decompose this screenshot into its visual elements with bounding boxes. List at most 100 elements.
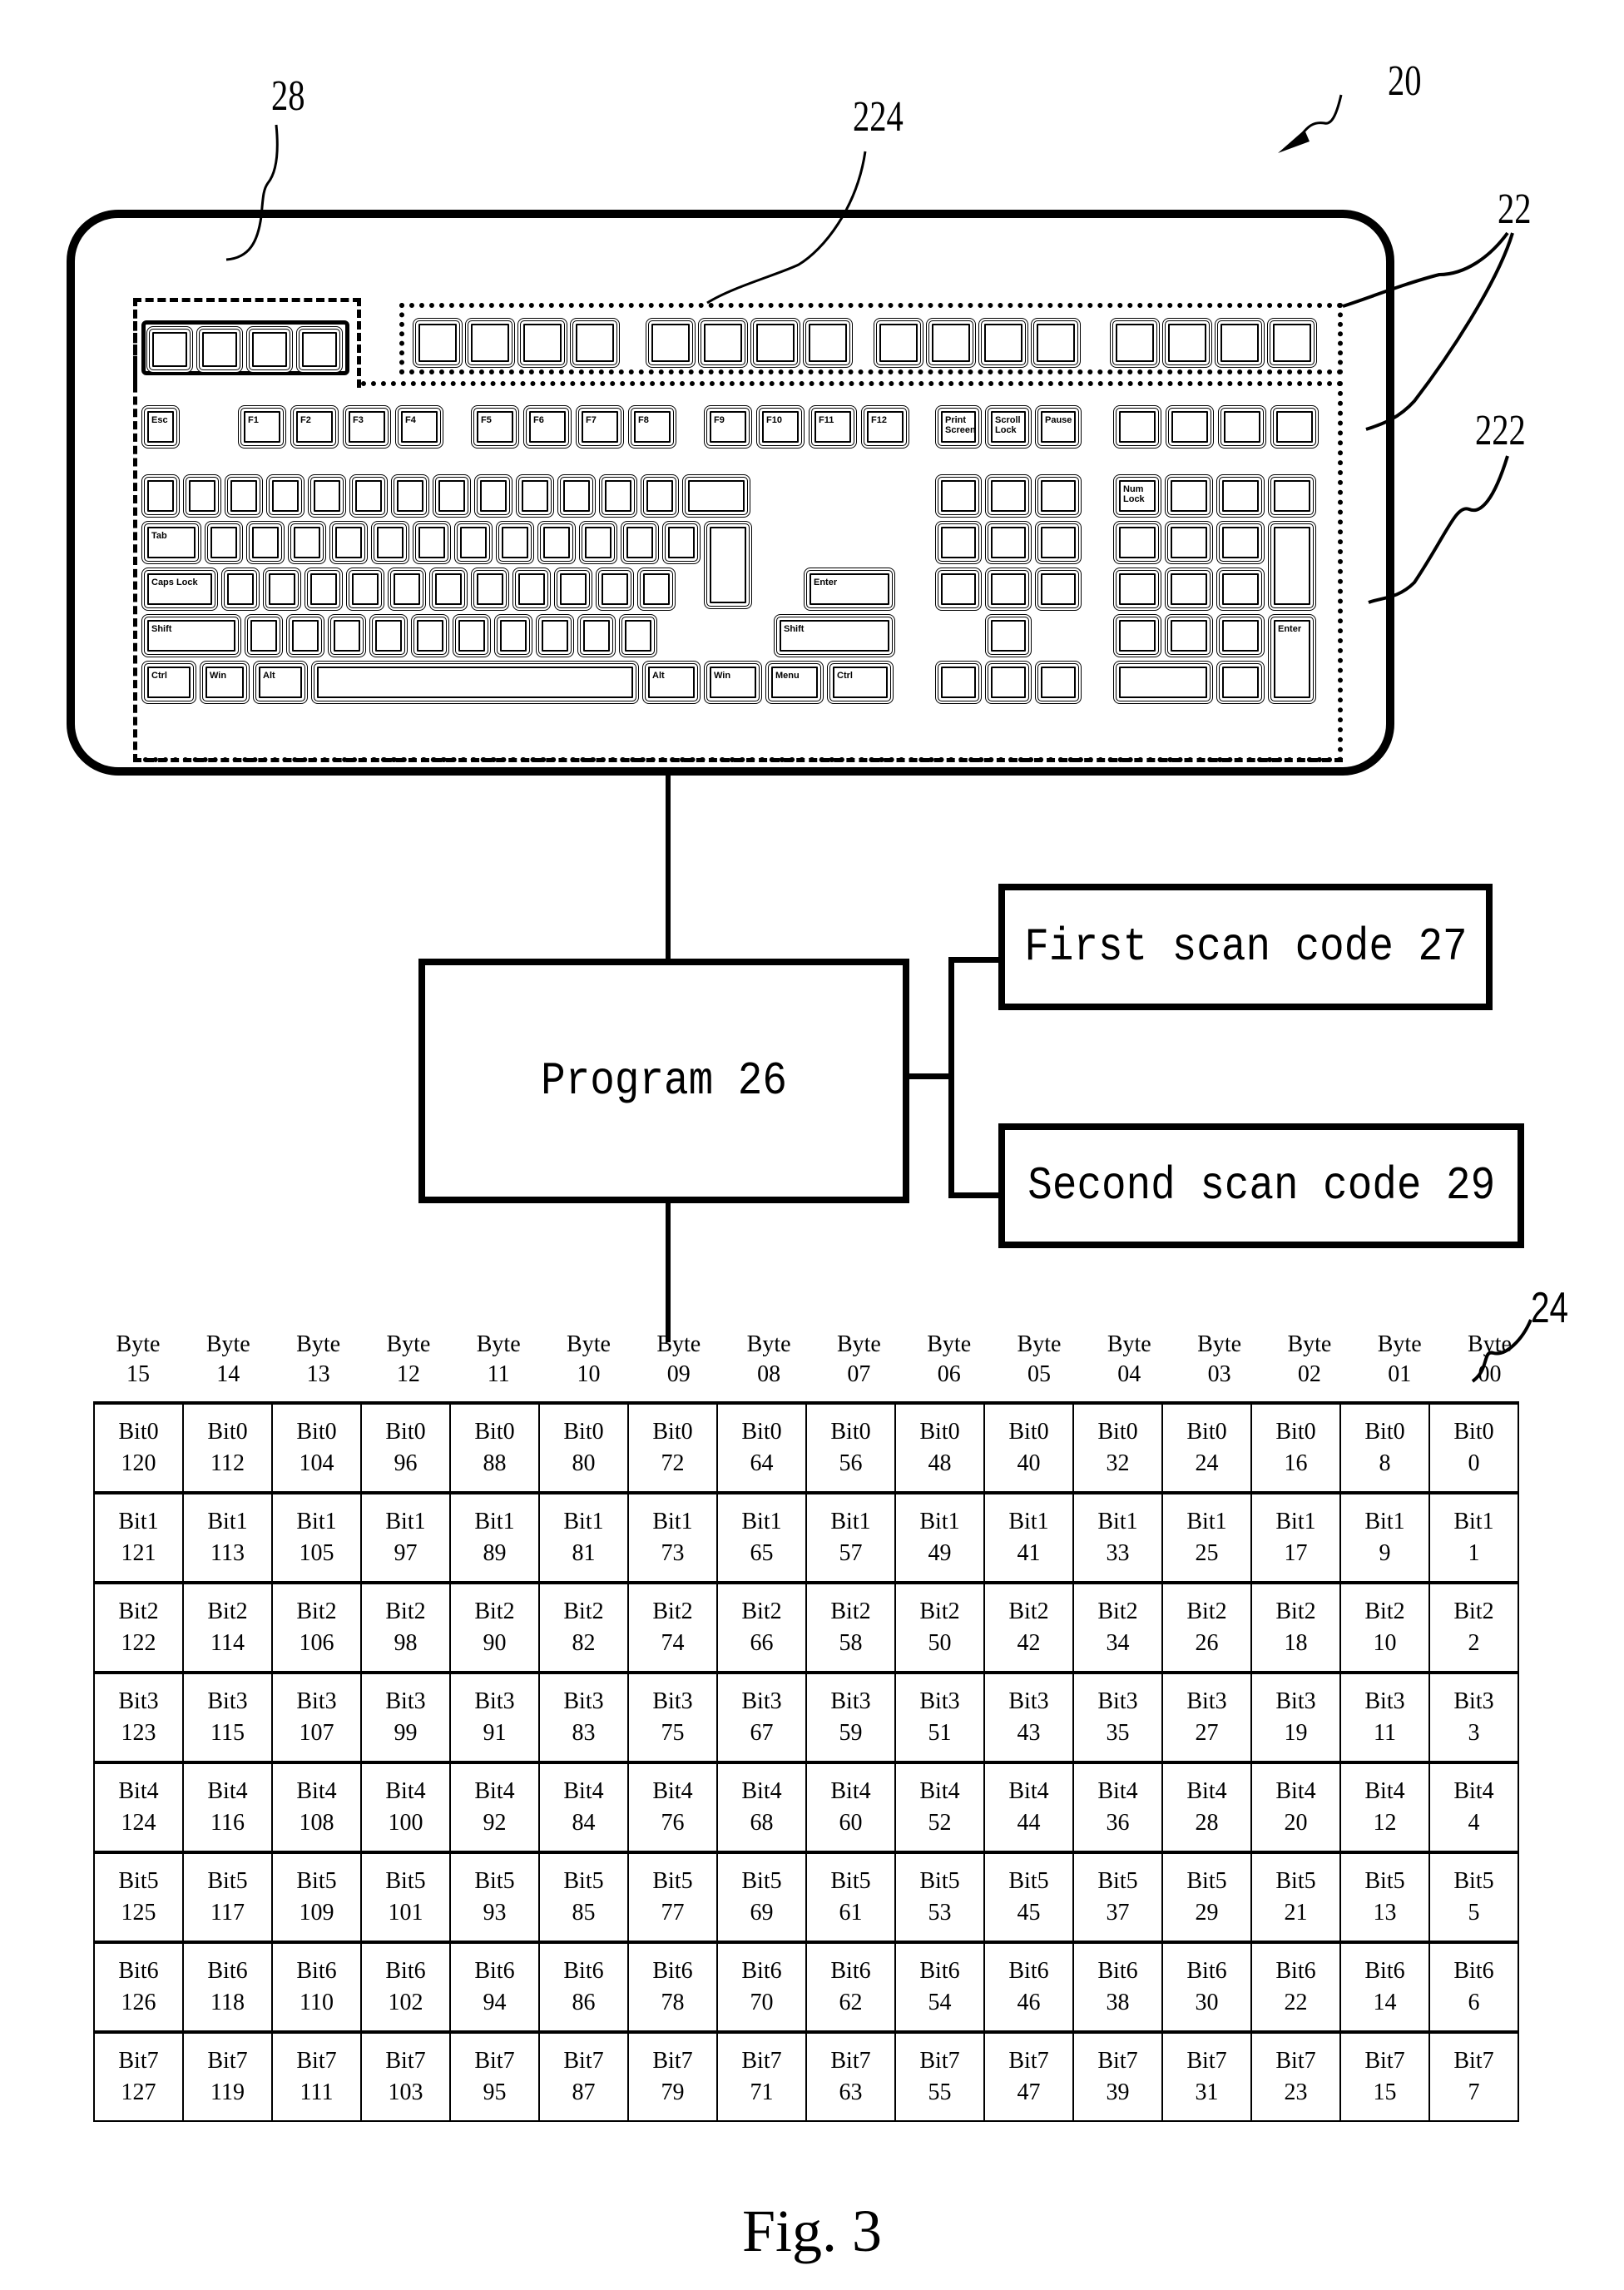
key-label: F5 <box>481 415 492 425</box>
byte-header-word: Byte <box>836 1331 881 1357</box>
bit-cell: Bit6 62 <box>805 1941 896 2033</box>
bit-cell-label: Bit4 <box>1097 1778 1138 1805</box>
key-alpha <box>516 474 554 518</box>
key-alpha <box>263 568 301 611</box>
bit-cell-label: Bit6 <box>652 1958 693 1985</box>
bit-cell-label: Bit3 <box>1275 1688 1316 1715</box>
key-function: F11 <box>809 405 857 449</box>
bit-cell-label: Bit4 <box>1275 1778 1316 1805</box>
bit-cell: Bit1 49 <box>894 1492 985 1584</box>
bit-cell-label: Bit6 <box>296 1958 337 1985</box>
key-win-right: Win <box>704 661 762 704</box>
key-alpha <box>205 521 243 564</box>
bit-cell: Bit1 25 <box>1161 1492 1252 1584</box>
bit-cell: Bit5 125 <box>93 1851 184 1943</box>
bit-cell-label: Bit2 <box>1186 1599 1227 1625</box>
bit-cell: Bit6 78 <box>627 1941 718 2033</box>
bit-cell-index: 40 <box>1017 1450 1041 1476</box>
key-label: F4 <box>405 415 416 425</box>
bit-cell-index: 79 <box>661 2079 685 2105</box>
bit-cell-label: Bit1 <box>1008 1509 1049 1535</box>
bit-cell-label: Bit0 <box>1186 1419 1227 1445</box>
bit-cell-index: 103 <box>388 2079 423 2105</box>
key-numpad <box>1113 568 1161 611</box>
byte-header-number: 15 <box>126 1361 150 1388</box>
key-alpha <box>371 521 409 564</box>
bit-cell-label: Bit1 <box>385 1509 426 1535</box>
byte-header-word: Byte <box>1468 1331 1512 1357</box>
byte-header: Byte 03 <box>1175 1330 1265 1390</box>
bit-cell-label: Bit2 <box>1097 1599 1138 1625</box>
bit-cell-index: 19 <box>1284 1720 1308 1746</box>
bit-cell-label: Bit1 <box>1275 1509 1316 1535</box>
bit-cell-index: 98 <box>394 1630 418 1656</box>
bit-cell-label: Bit2 <box>741 1599 782 1625</box>
bit-cell-label: Bit4 <box>296 1778 337 1805</box>
key-label: Shift <box>151 624 172 634</box>
bit-cell: Bit7 79 <box>627 2031 718 2122</box>
bit-cell: Bit5 77 <box>627 1851 718 1943</box>
bit-cell-index: 38 <box>1106 1990 1130 2015</box>
key-label: Shift <box>784 624 805 634</box>
bit-cell-index: 83 <box>572 1720 596 1746</box>
key-alpha <box>496 521 534 564</box>
bit-cell-label: Bit6 <box>1186 1958 1227 1985</box>
key-esc: Esc <box>141 405 180 449</box>
bit-cell-index: 37 <box>1106 1900 1130 1926</box>
bit-cell: Bit0 80 <box>538 1402 629 1494</box>
key-system: Scroll Lock <box>985 405 1032 449</box>
bit-cell-label: Bit2 <box>385 1599 426 1625</box>
bit-cell: Bit5 13 <box>1339 1851 1430 1943</box>
bit-cell-label: Bit1 <box>118 1509 159 1535</box>
bit-cell: Bit1 81 <box>538 1492 629 1584</box>
bit-cell: Bit6 14 <box>1339 1941 1430 2033</box>
connector-program-branch <box>905 1073 952 1079</box>
key-label: Alt <box>263 671 275 681</box>
bit-cell-index: 75 <box>661 1720 685 1746</box>
key-alpha <box>245 614 283 657</box>
key-navigation <box>985 568 1032 611</box>
key-label: Enter <box>1278 624 1302 634</box>
bit-cell-label: Bit4 <box>563 1778 604 1805</box>
bit-cell: Bit5 5 <box>1428 1851 1519 1943</box>
bit-cell: Bit0 0 <box>1428 1402 1519 1494</box>
connector-branch-second <box>948 1192 1002 1198</box>
bit-cell-index: 65 <box>750 1540 774 1566</box>
bit-cell-index: 120 <box>121 1450 156 1476</box>
key-alpha <box>391 474 429 518</box>
bit-cell-label: Bit0 <box>385 1419 426 1445</box>
bit-cell-label: Bit4 <box>207 1778 248 1805</box>
bit-cell-label: Bit0 <box>207 1419 248 1445</box>
extra-key <box>646 318 696 368</box>
bit-cell-index: 116 <box>210 1810 245 1836</box>
key-numpad <box>1216 614 1265 657</box>
bit-cell-index: 64 <box>750 1450 774 1476</box>
byte-header-number: 10 <box>577 1361 601 1388</box>
bit-cell-label: Bit7 <box>1275 2048 1316 2074</box>
byte-header-number: 05 <box>1027 1361 1051 1388</box>
bit-cell-label: Bit5 <box>118 1868 159 1895</box>
bit-cell-index: 110 <box>300 1990 334 2015</box>
key-arrow <box>1035 661 1082 704</box>
key-alpha <box>141 474 180 518</box>
byte-header-word: Byte <box>386 1331 431 1357</box>
key-alpha <box>637 568 676 611</box>
bit-cell-label: Bit6 <box>563 1958 604 1985</box>
key-alpha <box>454 521 493 564</box>
bit-cell-label: Bit7 <box>1008 2048 1049 2074</box>
bit-cell: Bit6 70 <box>716 1941 807 2033</box>
bit-cell-index: 67 <box>750 1720 774 1746</box>
byte-header-word: Byte <box>116 1331 161 1357</box>
bit-cell-index: 78 <box>661 1990 685 2015</box>
bit-cell: Bit3 59 <box>805 1672 896 1763</box>
bit-cell: Bit0 16 <box>1250 1402 1341 1494</box>
bit-cell-label: Bit5 <box>207 1868 248 1895</box>
bit-cell: Bit2 66 <box>716 1582 807 1673</box>
key-group-222-bottom <box>133 757 1343 762</box>
key-navigation <box>935 521 982 564</box>
bit-cell: Bit2 2 <box>1428 1582 1519 1673</box>
bit-cell-index: 93 <box>483 1900 507 1926</box>
key-label: Pause <box>1045 415 1072 425</box>
bit-row: Bit3 123 Bit3 115 Bit3 107 Bit3 99 Bit3 91 Bit3 83 B… <box>93 1672 1519 1763</box>
bit-row: Bit7 127 Bit7 119 Bit7 111 Bit7 103 Bit7 95 Bit7 87… <box>93 2031 1519 2122</box>
